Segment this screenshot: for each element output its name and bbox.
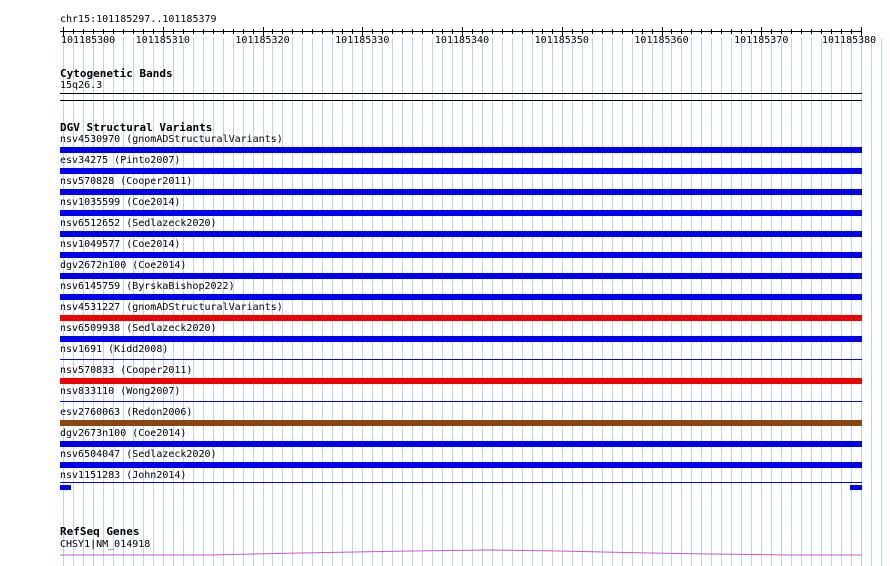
ruler-location: chr15:101185297..101185379 [60,14,217,25]
dgv-feature-bar-loss[interactable] [60,294,862,300]
dgv-feature-label[interactable]: nsv6145759 (ByrskaBishop2022) [60,281,235,293]
dgv-feature-label[interactable]: nsv6512652 (Sedlazeck2020) [60,218,217,230]
dgv-feature-bar-complex[interactable] [60,420,862,426]
dgv-feature-bar-loss[interactable] [60,210,862,216]
ruler-tick-label: 101185300 [61,35,116,46]
dgv-feature-label[interactable]: dgv2672n100 (Coe2014) [60,260,186,272]
dgv-feature-bar-loss[interactable] [60,336,862,342]
dgv-feature-bar-loss[interactable] [60,273,862,279]
ruler-tick-label: 101185330 [335,35,390,46]
dgv-feature-label[interactable]: dgv2673n100 (Coe2014) [60,428,186,440]
dgv-feature-label[interactable]: nsv4530970 (gnomADStructuralVariants) [60,134,283,146]
ruler-tick-label: 101185370 [734,35,789,46]
dgv-feature-label[interactable]: nsv6509938 (Sedlazeck2020) [60,323,217,335]
cytoband-track-title: Cytogenetic Bands [60,67,173,80]
dgv-feature-label[interactable]: nsv570828 (Cooper2011) [60,176,192,188]
dgv-feature-bar-loss[interactable] [60,189,862,195]
dgv-feature-bar-loss[interactable] [60,462,862,468]
dgv-feature-bar-loss[interactable] [60,231,862,237]
dgv-feature-bar-gain[interactable] [60,315,862,321]
dgv-feature-bar-loss[interactable] [60,168,862,174]
dgv-track-title: DGV Structural Variants [60,121,213,134]
dgv-feature-bar-loss[interactable] [60,147,862,153]
dgv-feature-label[interactable]: esv34275 (Pinto2007) [60,155,180,167]
dgv-feature-label[interactable]: nsv4531227 (gnomADStructuralVariants) [60,302,283,314]
dgv-feature-label[interactable]: nsv1691 (Kidd2008) [60,344,168,356]
genome-browser-view: chr15:101185297..101185379 101185300 1011… [0,0,890,566]
ruler-tick-label: 101185320 [235,35,290,46]
dgv-feature-bar-loss[interactable] [60,252,862,258]
dgv-feature-bar-loss[interactable] [60,441,862,447]
dgv-feature-label[interactable]: nsv833110 (Wong2007) [60,386,180,398]
dgv-feature-bar-gain[interactable] [60,378,862,384]
dgv-feature-line[interactable] [60,482,862,483]
ruler-tick-label: 101185340 [434,35,490,46]
ruler-tick-label: 101185380 [821,35,877,46]
dgv-feature-label[interactable]: nsv1035599 (Coe2014) [60,197,180,209]
ruler-tick-label: 101185360 [634,35,689,46]
cytoband-label: 15q26.3 [60,80,103,91]
dgv-feature-line[interactable] [60,359,862,360]
refseq-track-title: RefSeq Genes [60,525,140,538]
gene-intron-line [60,549,862,556]
ruler-tick-label: 101185310 [135,35,190,46]
refseq-gene-model[interactable] [0,546,890,560]
dgv-feature-label[interactable]: nsv570833 (Cooper2011) [60,365,192,377]
dgv-feature-label[interactable]: nsv1049577 (Coe2014) [60,239,180,251]
dgv-feature-label[interactable]: nsv6504047 (Sedlazeck2020) [60,449,217,461]
dgv-feature-block[interactable] [850,485,862,490]
dgv-feature-line[interactable] [60,401,862,402]
dgv-feature-label[interactable]: esv2760063 (Redon2006) [60,407,192,419]
cytoband-line-top [60,93,862,94]
ruler-tick-label: 101185350 [534,35,589,46]
cytoband-line-bottom [60,100,862,101]
dgv-feature-block[interactable] [60,485,71,490]
dgv-feature-label[interactable]: nsv1151283 (John2014) [60,470,186,482]
